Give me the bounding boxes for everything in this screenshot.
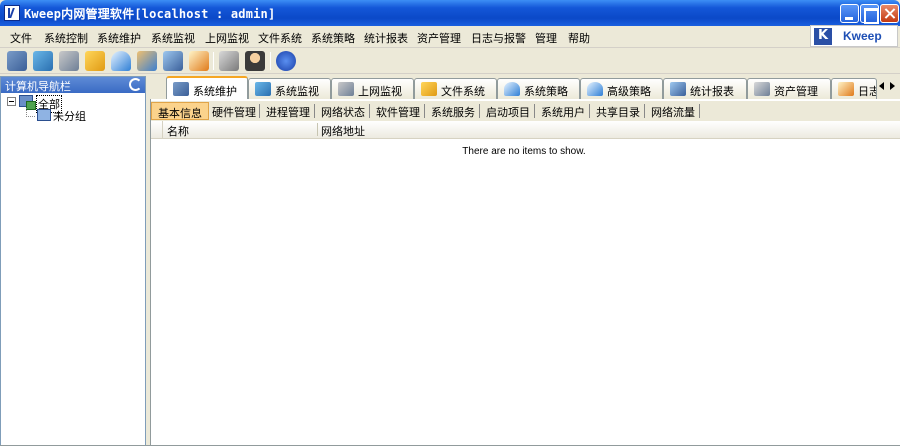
menu-help[interactable]: 帮助 (568, 30, 590, 46)
computer-group-icon (37, 109, 51, 121)
subtab-hardware[interactable]: 硬件管理 (206, 102, 262, 120)
database-icon[interactable] (219, 51, 239, 71)
system-maintenance-icon[interactable] (7, 51, 27, 71)
tab-system-policy[interactable]: 系统策略 (497, 78, 580, 99)
advanced-policy-icon[interactable] (137, 51, 157, 71)
file-system-icon[interactable] (85, 51, 105, 71)
menu-manage[interactable]: 管理 (535, 30, 557, 46)
system-maintenance-icon (173, 82, 189, 96)
tree-item-ungrouped[interactable]: 未分组 (53, 108, 86, 124)
system-monitor-icon (255, 82, 271, 96)
subtab-software[interactable]: 软件管理 (370, 102, 426, 120)
list-header: 名称 网络地址 (151, 121, 900, 139)
app-icon (4, 5, 20, 21)
file-system-icon (421, 82, 437, 96)
tab-web-monitor[interactable]: 上网监视 (331, 78, 414, 99)
toolbar (0, 48, 900, 74)
subtab-traffic[interactable]: 网络流量 (645, 102, 701, 120)
statistics-icon (670, 82, 686, 96)
content-area: 基本信息 硬件管理 进程管理 网络状态 软件管理 系统服务 启动项目 系统用户 … (150, 99, 900, 446)
subtab-shared-dirs[interactable]: 共享目录 (590, 102, 646, 120)
kweep-logo-icon (814, 28, 832, 45)
log-alarm-icon (838, 82, 854, 96)
subtab-basic-info[interactable]: 基本信息 (151, 102, 209, 120)
tree-connector (26, 116, 35, 117)
column-network-address[interactable]: 网络地址 (321, 123, 365, 139)
system-monitor-icon[interactable] (33, 51, 53, 71)
menu-system-control[interactable]: 系统控制 (44, 30, 88, 46)
menu-system-monitor[interactable]: 系统监视 (151, 30, 195, 46)
tab-log[interactable]: 日志 (831, 78, 877, 99)
window-title: Kweep内网管理软件[localhost : admin] (24, 7, 276, 21)
column-selector[interactable] (151, 121, 163, 138)
subtab-separator (699, 104, 700, 118)
tab-system-maintenance[interactable]: 系统维护 (166, 76, 248, 100)
menu-web-monitor[interactable]: 上网监视 (205, 30, 249, 46)
subtab-services[interactable]: 系统服务 (425, 102, 481, 120)
tab-asset-management[interactable]: 资产管理 (747, 78, 831, 99)
menu-file-system[interactable]: 文件系统 (258, 30, 302, 46)
tab-statistics[interactable]: 统计报表 (663, 78, 747, 99)
log-alarm-icon[interactable] (189, 51, 209, 71)
menu-file[interactable]: 文件 (10, 30, 32, 46)
menu-log-alarm[interactable]: 日志与报警 (471, 30, 526, 46)
tree-collapse-toggle[interactable] (7, 97, 16, 106)
menu-system-policy[interactable]: 系统策略 (311, 30, 355, 46)
minimize-button[interactable] (840, 4, 859, 23)
refresh-icon[interactable] (129, 78, 142, 91)
menu-statistics[interactable]: 统计报表 (364, 30, 408, 46)
tab-label: 资产管理 (774, 85, 818, 98)
brand-text: Kweep (843, 29, 882, 43)
tab-strip: 系统维护 系统监视 上网监视 文件系统 系统策略 高级策略 统计报表 资产管理 … (150, 76, 900, 100)
asset-icon (754, 82, 770, 96)
maximize-button[interactable] (860, 4, 879, 24)
column-divider[interactable] (317, 123, 318, 136)
title-bar: Kweep内网管理软件[localhost : admin] (0, 0, 900, 26)
tab-label: 统计报表 (690, 85, 734, 98)
tab-scroll-left-icon[interactable] (877, 80, 887, 92)
help-icon[interactable] (276, 51, 296, 71)
tab-label: 上网监视 (358, 85, 402, 98)
column-name[interactable]: 名称 (167, 123, 189, 139)
computer-nav-panel: 计算机导航栏 全部 未分组 (0, 76, 146, 446)
tab-scroll-right-icon[interactable] (887, 80, 897, 92)
group-tree-icon (19, 95, 36, 110)
tab-label: 高级策略 (607, 85, 651, 98)
statistics-icon[interactable] (163, 51, 183, 71)
menu-system-maintenance[interactable]: 系统维护 (97, 30, 141, 46)
subtab-process[interactable]: 进程管理 (260, 102, 316, 120)
tab-advanced-policy[interactable]: 高级策略 (580, 78, 663, 99)
web-monitor-icon[interactable] (59, 51, 79, 71)
close-button[interactable] (880, 4, 899, 23)
user-admin-icon[interactable] (245, 51, 265, 71)
nav-header: 计算机导航栏 (1, 77, 145, 93)
tab-label: 系统策略 (524, 85, 568, 98)
toolbar-separator (213, 52, 214, 70)
system-policy-icon[interactable] (111, 51, 131, 71)
menu-bar: 文件 系统控制 系统维护 系统监视 上网监视 文件系统 系统策略 统计报表 资产… (0, 26, 900, 48)
menu-asset-management[interactable]: 资产管理 (417, 30, 461, 46)
toolbar-separator (270, 52, 271, 70)
subtab-network-status[interactable]: 网络状态 (315, 102, 371, 120)
system-policy-icon (504, 82, 520, 96)
tab-label: 系统维护 (193, 85, 237, 98)
nav-title: 计算机导航栏 (5, 80, 71, 93)
tab-label: 日志 (858, 85, 876, 98)
tab-system-monitor[interactable]: 系统监视 (248, 78, 331, 99)
tab-file-system[interactable]: 文件系统 (414, 78, 497, 99)
empty-list-message: There are no items to show. (462, 146, 586, 157)
subtab-users[interactable]: 系统用户 (535, 102, 591, 120)
web-monitor-icon (338, 82, 354, 96)
subtab-startup[interactable]: 启动项目 (480, 102, 536, 120)
tab-label: 文件系统 (441, 85, 485, 98)
brand-logo: Kweep (810, 25, 898, 47)
advanced-policy-icon (587, 82, 603, 96)
subtab-bar: 基本信息 硬件管理 进程管理 网络状态 软件管理 系统服务 启动项目 系统用户 … (151, 101, 900, 121)
tab-label: 系统监视 (275, 85, 319, 98)
